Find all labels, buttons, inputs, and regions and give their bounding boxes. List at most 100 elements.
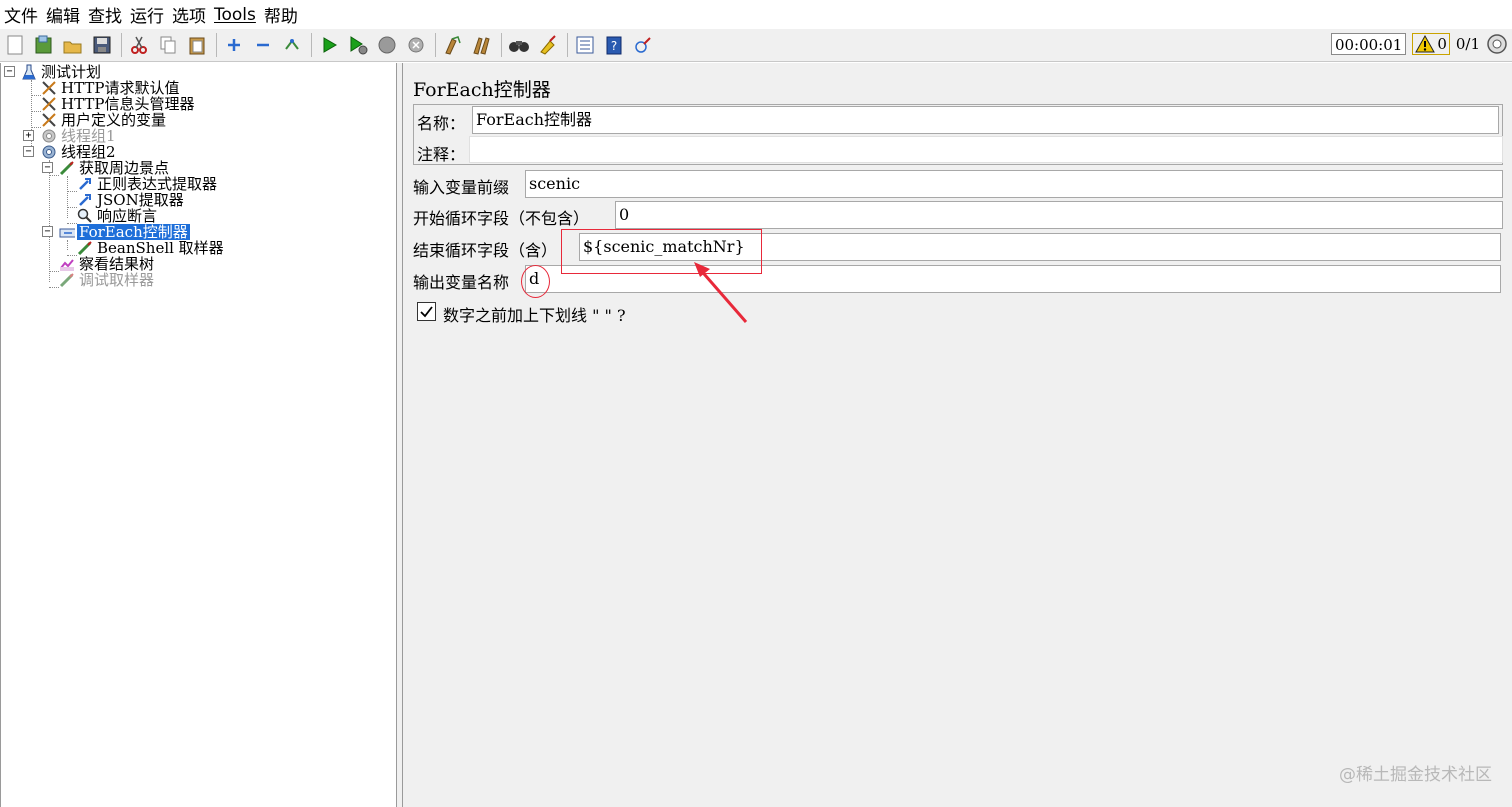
output-variable-label: 输出变量名称 bbox=[413, 273, 510, 292]
toolbar: ? 00:00:01 0 0/1 bbox=[0, 29, 1512, 62]
open-icon[interactable] bbox=[61, 33, 85, 57]
tree-guide bbox=[67, 176, 68, 218]
watermark: @稀土掘金技术社区 bbox=[1339, 765, 1492, 785]
shutdown-icon[interactable] bbox=[404, 33, 428, 57]
start-index-label: 开始循环字段（不包含） bbox=[413, 209, 590, 228]
tree-guide bbox=[67, 207, 77, 208]
tree-guide bbox=[49, 160, 50, 282]
tree-guide bbox=[31, 80, 32, 154]
menu-search[interactable]: 查找 bbox=[88, 2, 122, 27]
expand-icon[interactable] bbox=[222, 33, 246, 57]
annotation-arrow-icon bbox=[694, 262, 748, 323]
post-processor-icon bbox=[77, 192, 93, 208]
tree-node-beanshell-sampler[interactable]: BeanShell 取样器 bbox=[77, 240, 226, 256]
collapse-toggle[interactable]: − bbox=[42, 226, 53, 237]
controller-icon bbox=[59, 224, 75, 240]
new-icon[interactable] bbox=[3, 33, 27, 57]
tree-node-debug-sampler[interactable]: 调试取样器 bbox=[59, 272, 156, 288]
start-icon[interactable] bbox=[317, 33, 341, 57]
post-processor-icon bbox=[77, 176, 93, 192]
search-icon[interactable] bbox=[507, 33, 531, 57]
end-index-label: 结束循环字段（含） bbox=[413, 241, 558, 260]
tree-node-thread-group-2[interactable]: 线程组2 bbox=[41, 144, 118, 160]
clear-icon[interactable] bbox=[441, 33, 465, 57]
tree-node-sampler-nearby-scenic[interactable]: 获取周边景点 bbox=[59, 160, 171, 176]
comment-field[interactable] bbox=[469, 136, 1503, 163]
menu-bar: 文件 编辑 查找 运行 选项 Tools 帮助 bbox=[0, 0, 1512, 29]
remote-icon[interactable] bbox=[631, 33, 655, 57]
thread-group-icon bbox=[41, 128, 57, 144]
templates-icon[interactable] bbox=[32, 33, 56, 57]
function-helper-icon[interactable] bbox=[573, 33, 597, 57]
name-field[interactable]: ForEach控制器 bbox=[472, 106, 1499, 134]
collapse-icon[interactable] bbox=[251, 33, 275, 57]
remote-status-icon bbox=[1487, 34, 1507, 54]
menu-file[interactable]: 文件 bbox=[4, 2, 38, 27]
input-prefix-field[interactable]: scenic bbox=[525, 170, 1503, 198]
copy-icon[interactable] bbox=[156, 33, 180, 57]
tree-node-user-variables[interactable]: 用户定义的变量 bbox=[41, 112, 168, 128]
toolbar-separator bbox=[435, 33, 436, 57]
menu-options[interactable]: 选项 bbox=[172, 2, 206, 27]
tree-node-test-plan[interactable]: 测试计划 bbox=[21, 64, 103, 80]
toolbar-separator bbox=[501, 33, 502, 57]
menu-help[interactable]: 帮助 bbox=[264, 2, 298, 27]
tree-guide bbox=[49, 271, 59, 272]
tree-guide bbox=[67, 191, 77, 192]
reset-search-icon[interactable] bbox=[536, 33, 560, 57]
menu-edit[interactable]: 编辑 bbox=[46, 2, 80, 27]
save-icon[interactable] bbox=[90, 33, 114, 57]
tree-node-header-manager[interactable]: HTTP信息头管理器 bbox=[41, 96, 196, 112]
use-separator-checkbox[interactable] bbox=[417, 302, 436, 321]
clear-all-icon[interactable] bbox=[470, 33, 494, 57]
sampler-icon bbox=[59, 160, 75, 176]
collapse-toggle[interactable]: − bbox=[42, 162, 53, 173]
help-icon[interactable]: ? bbox=[602, 33, 626, 57]
annotation-highlight-circle bbox=[521, 265, 550, 298]
tree-node-json-extractor[interactable]: JSON提取器 bbox=[77, 192, 186, 208]
tree-node-results-tree[interactable]: 察看结果树 bbox=[59, 256, 156, 272]
stop-icon[interactable] bbox=[375, 33, 399, 57]
tree-node-http-defaults[interactable]: HTTP请求默认值 bbox=[41, 80, 181, 96]
expand-toggle[interactable]: + bbox=[23, 130, 34, 141]
tree-node-response-assertion[interactable]: 响应断言 bbox=[77, 208, 159, 224]
tree-guide bbox=[31, 127, 41, 128]
status-area: 00:00:01 0 0/1 bbox=[1330, 33, 1508, 55]
config-element-icon bbox=[41, 80, 57, 96]
toggle-icon[interactable] bbox=[280, 33, 304, 57]
svg-text:?: ? bbox=[611, 39, 617, 53]
listener-icon bbox=[59, 256, 75, 272]
active-threads: 0/1 bbox=[1455, 35, 1480, 53]
tree-guide bbox=[49, 175, 59, 176]
comment-label: 注释： bbox=[417, 145, 466, 164]
foreach-controller-editor: ForEach控制器 名称： ForEach控制器 注释： 输入变量前缀 sce… bbox=[402, 63, 1512, 807]
elapsed-timer: 00:00:01 bbox=[1330, 33, 1407, 55]
collapse-toggle[interactable]: − bbox=[23, 146, 34, 157]
config-element-icon bbox=[41, 112, 57, 128]
paste-icon[interactable] bbox=[185, 33, 209, 57]
test-plan-tree[interactable]: − + − − − 测试计划 HTTP请求默认值 HTTP信息头管理器 用户定义… bbox=[0, 63, 397, 807]
sampler-icon bbox=[59, 272, 75, 288]
thread-group-icon bbox=[41, 144, 57, 160]
tree-guide bbox=[67, 240, 68, 250]
menu-run[interactable]: 运行 bbox=[130, 2, 164, 27]
tree-node-regex-extractor[interactable]: 正则表达式提取器 bbox=[77, 176, 219, 192]
start-index-field[interactable]: 0 bbox=[615, 201, 1503, 229]
tree-guide bbox=[31, 95, 41, 96]
checkmark-icon bbox=[420, 306, 433, 318]
toolbar-separator bbox=[121, 33, 122, 57]
config-element-icon bbox=[41, 96, 57, 112]
tree-guide bbox=[31, 111, 41, 112]
assertion-icon bbox=[77, 208, 93, 224]
sampler-icon bbox=[77, 240, 93, 256]
name-label: 名称： bbox=[417, 114, 466, 133]
start-no-pause-icon[interactable] bbox=[346, 33, 370, 57]
tree-node-thread-group-1[interactable]: 线程组1 bbox=[41, 128, 118, 144]
collapse-toggle[interactable]: − bbox=[4, 66, 15, 77]
use-separator-label: 数字之前加上下划线 " " ? bbox=[443, 306, 626, 325]
tree-node-foreach-controller[interactable]: ForEach控制器 bbox=[59, 224, 190, 240]
tree-guide bbox=[49, 287, 59, 288]
cut-icon[interactable] bbox=[127, 33, 151, 57]
warning-indicator[interactable]: 0 bbox=[1412, 33, 1450, 55]
menu-tools[interactable]: Tools bbox=[214, 5, 256, 25]
